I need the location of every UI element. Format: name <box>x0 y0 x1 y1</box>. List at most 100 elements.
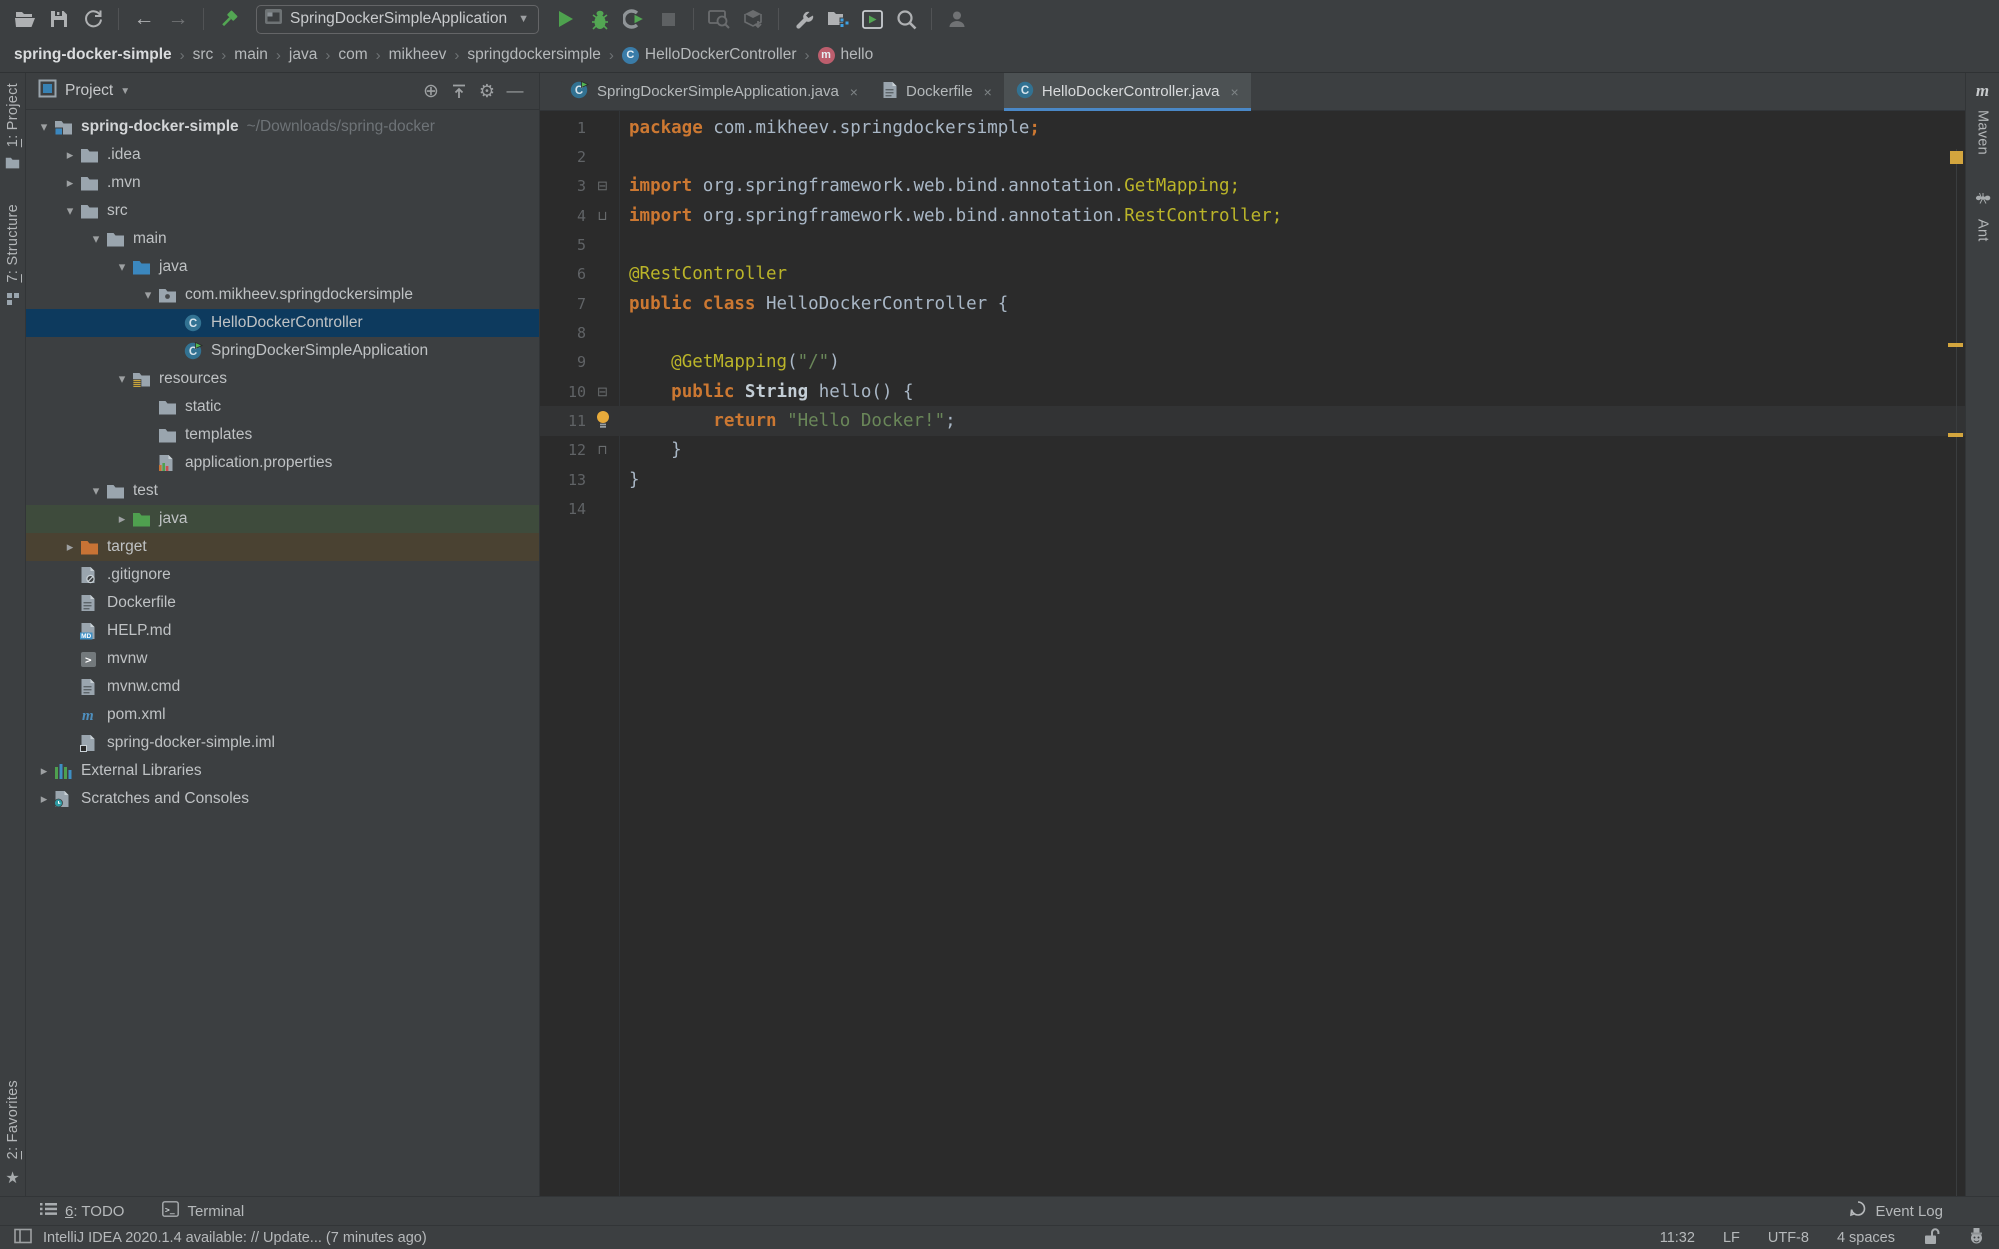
code-line-8[interactable]: 8 <box>540 318 1965 347</box>
chevron-collapsed-icon[interactable]: ▸ <box>34 791 54 807</box>
breadcrumb-item-java[interactable]: java <box>289 46 317 64</box>
code-line-6[interactable]: 6 @RestController <box>540 260 1965 289</box>
code-line-13[interactable]: 13 } <box>540 465 1965 494</box>
fold-marker-icon[interactable]: ⊟ <box>597 178 608 194</box>
line-ending[interactable]: LF <box>1723 1230 1740 1246</box>
run-configuration-select[interactable]: SpringDockerSimpleApplication ▼ <box>256 5 539 34</box>
status-message[interactable]: IntelliJ IDEA 2020.1.4 available: // Upd… <box>43 1230 427 1246</box>
tree-row-test[interactable]: ▾ test <box>26 477 539 505</box>
tree-row-resources[interactable]: ▾ resources <box>26 365 539 393</box>
code-line-11[interactable]: 11 return "Hello Docker!"; <box>540 406 1965 435</box>
breadcrumb-item-hello[interactable]: mhello <box>818 46 874 64</box>
avatar-icon[interactable] <box>940 4 974 34</box>
chevron-collapsed-icon[interactable]: ▸ <box>60 147 80 163</box>
breadcrumb-item-mikheev[interactable]: mikheev <box>389 46 447 64</box>
code-editor[interactable]: 1 package com.mikheev.springdockersimple… <box>540 111 1965 1196</box>
file-encoding[interactable]: UTF-8 <box>1768 1230 1809 1246</box>
debug-icon[interactable] <box>583 4 617 34</box>
tree-row-dockerfile[interactable]: Dockerfile <box>26 589 539 617</box>
chevron-collapsed-icon[interactable]: ▸ <box>34 763 54 779</box>
chevron-down-icon[interactable]: ▼ <box>120 86 130 97</box>
tool-window-button-maven[interactable]: m Maven <box>1975 81 1991 155</box>
code-line-10[interactable]: 10 ⊟ public String hello() { <box>540 377 1965 406</box>
locate-icon[interactable]: ⊕ <box>417 78 445 104</box>
wrench-settings-icon[interactable] <box>787 4 821 34</box>
tool-window-button-structure[interactable]: 7: Structure <box>5 204 21 311</box>
tool-window-button-todo[interactable]: 6: TODO <box>40 1202 124 1220</box>
chevron-expanded-icon[interactable]: ▾ <box>86 483 106 499</box>
tool-window-button-project[interactable]: 1: Project <box>5 83 21 174</box>
code-line-12[interactable]: 12 ⊓ } <box>540 436 1965 465</box>
tree-row-main[interactable]: ▾ main <box>26 225 539 253</box>
hide-icon[interactable]: — <box>501 78 529 104</box>
chevron-collapsed-icon[interactable]: ▸ <box>112 511 132 527</box>
tree-row-scratches-and-consoles[interactable]: ▸ Scratches and Consoles <box>26 785 539 813</box>
intention-bulb-icon[interactable] <box>596 410 610 432</box>
error-stripe[interactable] <box>1947 149 1965 1196</box>
tree-row-static[interactable]: static <box>26 393 539 421</box>
breadcrumb-item-com[interactable]: com <box>338 46 367 64</box>
settings-gear-icon[interactable]: ⚙ <box>473 78 501 104</box>
code-line-14[interactable]: 14 <box>540 494 1965 523</box>
breadcrumb-item-HelloDockerController[interactable]: CHelloDockerController <box>622 46 797 64</box>
code-line-3[interactable]: 3 ⊟ import org.springframework.web.bind.… <box>540 172 1965 201</box>
tool-window-button-ant[interactable]: Ant <box>1975 191 1991 242</box>
forward-icon[interactable]: → <box>161 4 195 34</box>
warning-stripe-mark[interactable] <box>1950 151 1963 164</box>
breadcrumb-item-main[interactable]: main <box>234 46 268 64</box>
collapse-all-icon[interactable] <box>445 78 473 104</box>
tree-row-springdockersimpleapplication[interactable]: C SpringDockerSimpleApplication <box>26 337 539 365</box>
project-panel-title[interactable]: Project <box>65 82 113 100</box>
code-line-5[interactable]: 5 <box>540 230 1965 259</box>
synchronize-icon[interactable] <box>76 4 110 34</box>
close-icon[interactable]: × <box>1230 84 1238 100</box>
tree-row-templates[interactable]: templates <box>26 421 539 449</box>
chevron-expanded-icon[interactable]: ▾ <box>112 371 132 387</box>
breadcrumb-item-src[interactable]: src <box>193 46 214 64</box>
back-icon[interactable]: ← <box>127 4 161 34</box>
editor-tab-springdockersimpleapplication.java[interactable]: C SpringDockerSimpleApplication.java × <box>558 73 870 110</box>
stop-icon[interactable] <box>651 4 685 34</box>
chevron-expanded-icon[interactable]: ▾ <box>112 259 132 275</box>
tree-row-java[interactable]: ▸ java <box>26 505 539 533</box>
project-structure-icon[interactable] <box>821 4 855 34</box>
tree-row-.idea[interactable]: ▸ .idea <box>26 141 539 169</box>
tree-row-hellodockercontroller[interactable]: C HelloDockerController <box>26 309 539 337</box>
tree-row-external-libraries[interactable]: ▸ External Libraries <box>26 757 539 785</box>
chevron-expanded-icon[interactable]: ▾ <box>34 119 54 135</box>
code-line-4[interactable]: 4 ⊔ import org.springframework.web.bind.… <box>540 201 1965 230</box>
chevron-collapsed-icon[interactable]: ▸ <box>60 539 80 555</box>
tree-row-.mvn[interactable]: ▸ .mvn <box>26 169 539 197</box>
run-anything-icon[interactable] <box>855 4 889 34</box>
panel-toggle-icon[interactable] <box>14 1228 33 1248</box>
tool-window-button-terminal[interactable]: >_ Terminal <box>162 1201 244 1221</box>
chevron-collapsed-icon[interactable]: ▸ <box>60 175 80 191</box>
save-all-icon[interactable] <box>42 4 76 34</box>
close-icon[interactable]: × <box>850 84 858 100</box>
tree-row-java[interactable]: ▾ java <box>26 253 539 281</box>
caret-position[interactable]: 11:32 <box>1660 1230 1695 1246</box>
chevron-expanded-icon[interactable]: ▾ <box>60 203 80 219</box>
code-line-9[interactable]: 9 @GetMapping("/") <box>540 348 1965 377</box>
editor-scrollbar[interactable] <box>1956 149 1957 1196</box>
code-line-7[interactable]: 7 public class HelloDockerController { <box>540 289 1965 318</box>
editor-tab-dockerfile[interactable]: Dockerfile × <box>870 73 1004 110</box>
attach-profiler-icon[interactable] <box>702 4 736 34</box>
fold-marker-icon[interactable]: ⊓ <box>597 442 607 458</box>
open-project-icon[interactable] <box>8 4 42 34</box>
tree-row-spring-docker-simple.iml[interactable]: spring-docker-simple.iml <box>26 729 539 757</box>
tree-row-src[interactable]: ▾ src <box>26 197 539 225</box>
fold-marker-icon[interactable]: ⊟ <box>597 384 608 400</box>
tree-row-mvnw[interactable]: > mvnw <box>26 645 539 673</box>
tree-row-application.properties[interactable]: application.properties <box>26 449 539 477</box>
editor-tab-hellodockercontroller.java[interactable]: C HelloDockerController.java × <box>1004 73 1251 110</box>
tool-window-button-favorites[interactable]: 2: Favorites ★ <box>5 1080 21 1188</box>
breadcrumb-item-springdockersimple[interactable]: springdockersimple <box>467 46 601 64</box>
tree-row-target[interactable]: ▸ target <box>26 533 539 561</box>
tree-row-help.md[interactable]: MD HELP.md <box>26 617 539 645</box>
lock-open-icon[interactable] <box>1923 1227 1940 1249</box>
tree-row-mvnw.cmd[interactable]: mvnw.cmd <box>26 673 539 701</box>
inspector-hector-icon[interactable] <box>1968 1227 1985 1249</box>
indent-setting[interactable]: 4 spaces <box>1837 1230 1895 1246</box>
search-everywhere-icon[interactable] <box>889 4 923 34</box>
